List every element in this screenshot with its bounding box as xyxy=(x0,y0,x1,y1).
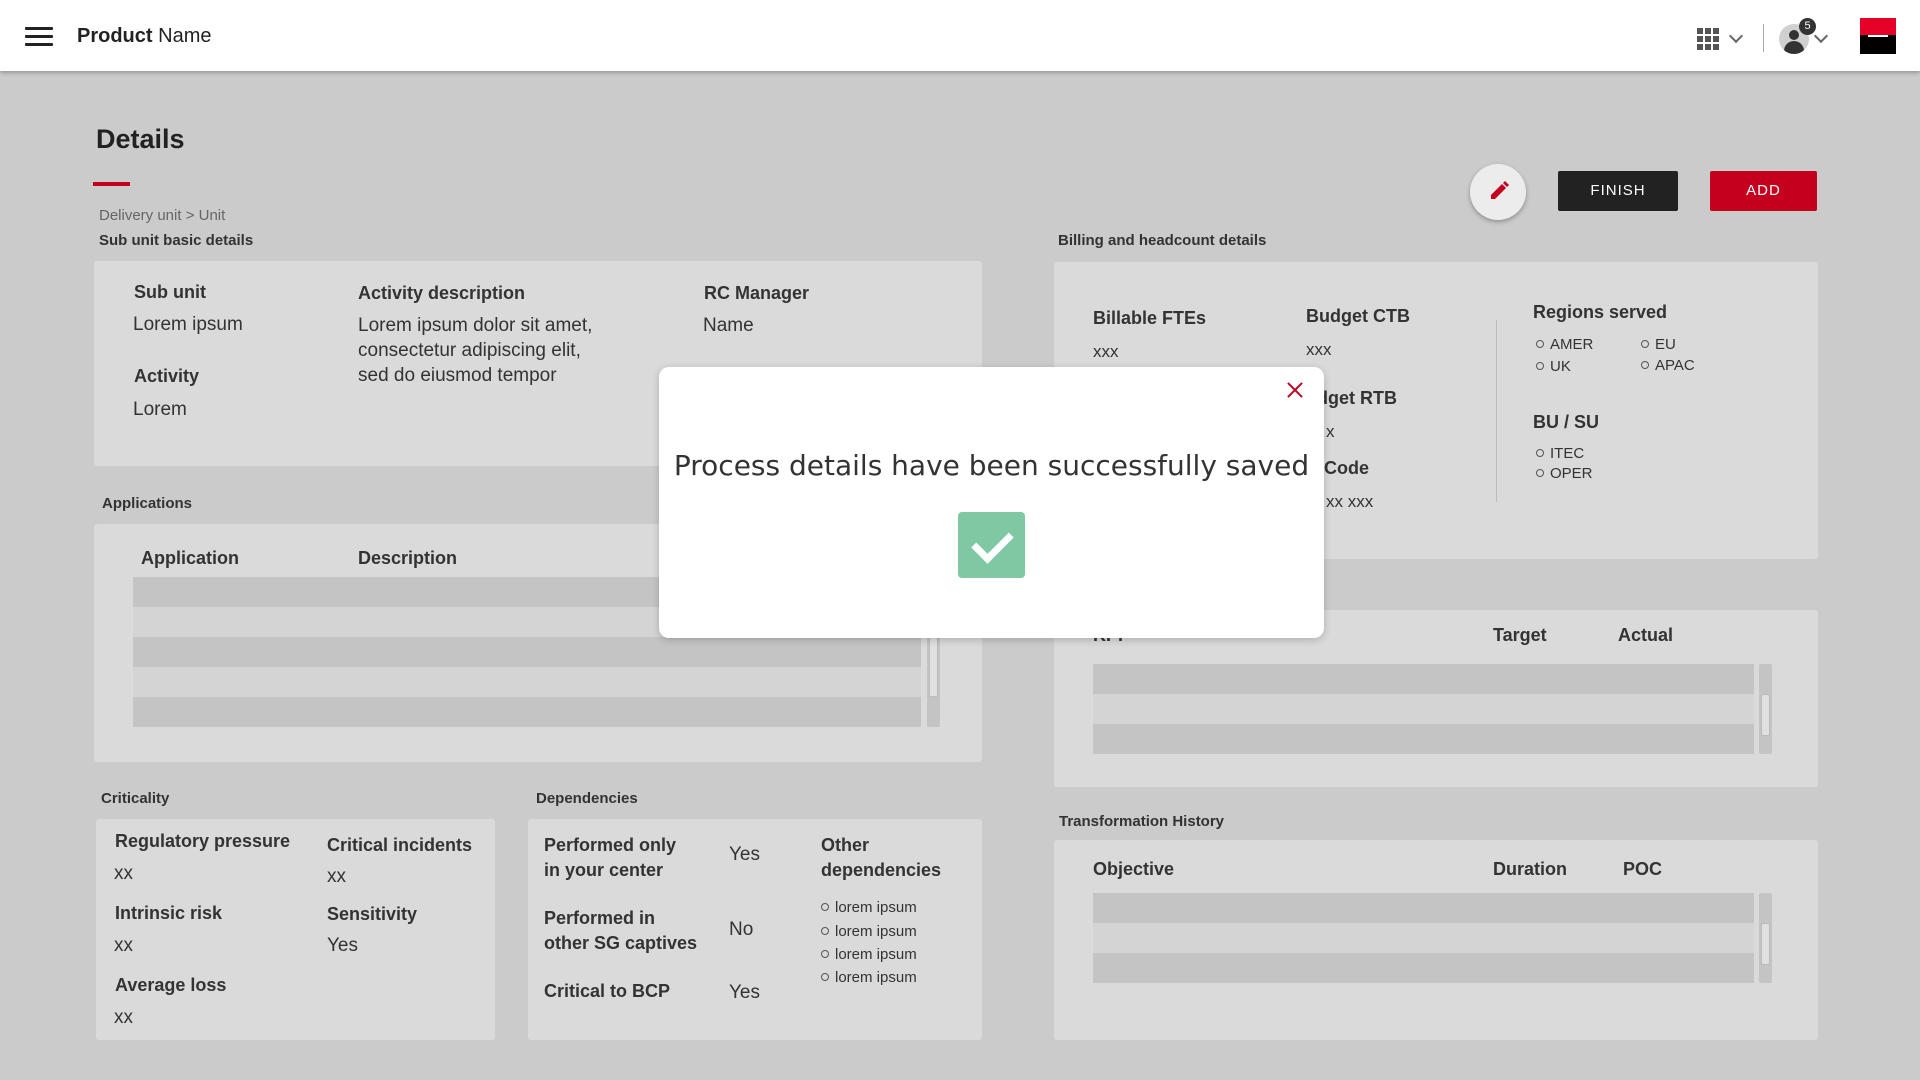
intrinsic-risk-label: Intrinsic risk xyxy=(115,903,223,923)
table-row[interactable] xyxy=(1093,664,1754,694)
success-modal: Process details have been successfully s… xyxy=(659,367,1324,638)
success-message: Process details have been successfully s… xyxy=(673,449,1310,482)
performed-only-label-line-1: Performed only xyxy=(544,835,677,855)
header-divider xyxy=(1763,24,1764,52)
performed-in-other-value: No xyxy=(729,919,754,940)
rc-manager-value: Name xyxy=(703,315,754,336)
billing-section-label: Billing and headcount details xyxy=(1058,232,1267,249)
scrollbar-thumb[interactable] xyxy=(1761,694,1770,736)
other-dependency-item[interactable]: lorem ipsum xyxy=(821,923,917,940)
bu-su-option-itec[interactable]: ITEC xyxy=(1536,445,1584,462)
activity-description-line-3: sed do eiusmod tempor xyxy=(358,365,557,386)
region-option-uk[interactable]: UK xyxy=(1536,358,1571,375)
activity-label: Activity xyxy=(134,366,200,386)
table-row[interactable] xyxy=(133,667,921,697)
other-dependencies-label-line-2: dependencies xyxy=(821,860,942,880)
duration-column-header: Duration xyxy=(1493,859,1567,879)
performed-only-label-line-2: in your center xyxy=(544,860,664,880)
activity-description-label: Activity description xyxy=(358,283,526,303)
actual-column-header: Actual xyxy=(1618,625,1674,645)
applications-section-label: Applications xyxy=(102,495,193,512)
company-logo xyxy=(1860,18,1896,54)
table-row[interactable] xyxy=(133,697,921,727)
objective-column-header: Objective xyxy=(1093,859,1175,879)
dependencies-section-label: Dependencies xyxy=(536,790,638,807)
activity-description-line-1: Lorem ipsum dolor sit amet, xyxy=(358,315,593,336)
budget-ctb-label: Budget CTB xyxy=(1306,306,1410,326)
regions-served-label: Regions served xyxy=(1533,302,1668,322)
average-loss-value: xx xyxy=(114,1007,133,1028)
budget-ctb-value: xxx xyxy=(1306,340,1332,359)
bu-su-label: BU / SU xyxy=(1533,412,1600,432)
billing-divider xyxy=(1496,320,1497,502)
product-name: Product Name xyxy=(77,25,212,47)
critical-incidents-label: Critical incidents xyxy=(327,835,473,855)
critical-incidents-value: xx xyxy=(327,866,346,887)
scrollbar-thumb[interactable] xyxy=(929,637,938,697)
criticality-section-label: Criticality xyxy=(101,790,170,807)
application-column-header: Application xyxy=(141,548,239,568)
intrinsic-risk-value: xx xyxy=(114,935,133,956)
criticality-card: Regulatory pressure xx Critical incident… xyxy=(96,819,495,1040)
close-icon[interactable] xyxy=(1284,379,1306,401)
table-row[interactable] xyxy=(133,637,921,667)
rc-code-value: xx xxx xyxy=(1326,492,1374,511)
scrollbar-thumb[interactable] xyxy=(1761,923,1770,965)
dependencies-card: Performed only in your center Yes Perfor… xyxy=(528,819,982,1040)
finish-button[interactable]: FINISH xyxy=(1558,171,1678,211)
table-row[interactable] xyxy=(1093,893,1754,923)
transformation-section-label: Transformation History xyxy=(1059,813,1225,830)
checkmark-icon xyxy=(958,512,1025,578)
regulatory-pressure-label: Regulatory pressure xyxy=(115,831,291,851)
sensitivity-value: Yes xyxy=(327,935,358,956)
sensitivity-label: Sensitivity xyxy=(327,904,418,924)
top-bar: Product Name 5 xyxy=(0,0,1920,71)
region-option-amer[interactable]: AMER xyxy=(1536,336,1593,353)
description-column-header: Description xyxy=(358,548,458,568)
apps-grid-icon[interactable] xyxy=(1697,28,1719,50)
sub-unit-label: Sub unit xyxy=(134,282,206,302)
other-dependency-item[interactable]: lorem ipsum xyxy=(821,899,917,916)
activity-value: Lorem xyxy=(133,399,187,420)
transformation-scrollbar[interactable] xyxy=(1759,893,1772,983)
regulatory-pressure-value: xx xyxy=(114,863,133,884)
sub-unit-section-label: Sub unit basic details xyxy=(99,232,254,249)
billable-ftes-label: Billable FTEs xyxy=(1093,308,1207,328)
performed-in-other-label-line-2: other SG captives xyxy=(544,933,698,953)
table-row[interactable] xyxy=(1093,724,1754,754)
performed-in-other-label-line-1: Performed in xyxy=(544,908,656,928)
breadcrumb[interactable]: Delivery unit > Unit xyxy=(99,207,225,224)
region-option-apac[interactable]: APAC xyxy=(1641,357,1695,374)
table-row[interactable] xyxy=(1093,953,1754,983)
other-dependencies-label-line-1: Other xyxy=(821,835,870,855)
other-dependency-item[interactable]: lorem ipsum xyxy=(821,946,917,963)
apps-chevron-down-icon[interactable] xyxy=(1728,28,1744,44)
pencil-icon xyxy=(1491,181,1509,199)
poc-column-header: POC xyxy=(1623,859,1663,879)
transformation-card: Objective Duration POC xyxy=(1054,840,1818,1040)
notification-badge: 5 xyxy=(1799,18,1816,35)
target-column-header: Target xyxy=(1493,625,1547,645)
performed-only-value: Yes xyxy=(729,844,760,865)
bu-su-option-oper[interactable]: OPER xyxy=(1536,465,1593,482)
average-loss-label: Average loss xyxy=(115,975,227,995)
sub-unit-value: Lorem ipsum xyxy=(133,314,243,335)
other-dependency-item[interactable]: lorem ipsum xyxy=(821,969,917,986)
table-row[interactable] xyxy=(1093,694,1754,724)
activity-description-line-2: consectetur adipiscing elit, xyxy=(358,340,581,361)
rc-manager-label: RC Manager xyxy=(704,283,810,303)
budget-rtb-value: x xyxy=(1326,422,1335,441)
add-button[interactable]: ADD xyxy=(1710,171,1817,211)
critical-bcp-label: Critical to BCP xyxy=(544,981,671,1001)
title-underline xyxy=(93,182,130,186)
critical-bcp-value: Yes xyxy=(729,982,760,1003)
hamburger-menu-icon[interactable] xyxy=(25,27,53,47)
region-option-eu[interactable]: EU xyxy=(1641,336,1676,353)
user-chevron-down-icon[interactable] xyxy=(1813,28,1829,44)
page-title: Details xyxy=(96,124,185,154)
edit-button[interactable] xyxy=(1470,164,1526,220)
table-row[interactable] xyxy=(1093,923,1754,953)
kpi-scrollbar[interactable] xyxy=(1759,664,1772,754)
billable-ftes-value: xxx xyxy=(1093,342,1119,361)
